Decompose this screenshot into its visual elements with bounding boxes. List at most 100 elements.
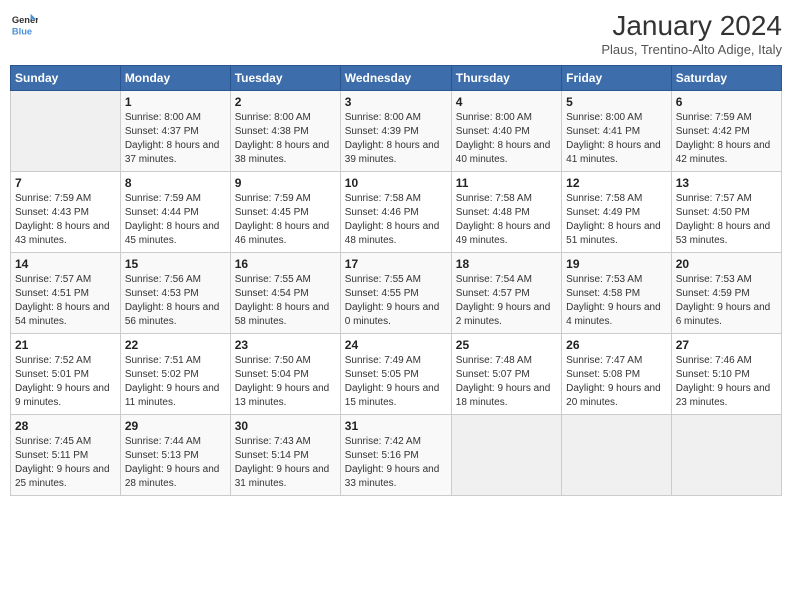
day-info: Sunrise: 8:00 AM Sunset: 4:40 PM Dayligh… [456, 111, 557, 167]
day-number: 15 [125, 257, 226, 271]
day-number: 10 [345, 176, 447, 190]
logo: General Blue [10, 10, 38, 38]
day-info: Sunrise: 7:58 AM Sunset: 4:48 PM Dayligh… [456, 192, 557, 248]
day-cell: 30 Sunrise: 7:43 AM Sunset: 5:14 PM Dayli… [230, 415, 340, 496]
day-cell: 31Sunrise: 7:42 AM Sunset: 5:16 PM Dayli… [340, 415, 451, 496]
day-info: Sunrise: 7:59 AM Sunset: 4:44 PM Dayligh… [125, 192, 226, 248]
day-number: 11 [456, 176, 557, 190]
day-number: 7 [15, 176, 116, 190]
day-cell: 19 Sunrise: 7:53 AM Sunset: 4:58 PM Dayli… [562, 253, 672, 334]
day-cell: 29 Sunrise: 7:44 AM Sunset: 5:13 PM Dayli… [120, 415, 230, 496]
day-cell: 17Sunrise: 7:55 AM Sunset: 4:55 PM Dayli… [340, 253, 451, 334]
weekday-header-wednesday: Wednesday [340, 66, 451, 91]
day-cell: 2 Sunrise: 8:00 AM Sunset: 4:38 PM Daylig… [230, 91, 340, 172]
day-cell: 3Sunrise: 8:00 AM Sunset: 4:39 PM Daylig… [340, 91, 451, 172]
day-number: 30 [235, 419, 336, 433]
day-number: 13 [676, 176, 777, 190]
day-info: Sunrise: 7:53 AM Sunset: 4:59 PM Dayligh… [676, 273, 777, 329]
day-cell: 23 Sunrise: 7:50 AM Sunset: 5:04 PM Dayli… [230, 334, 340, 415]
day-info: Sunrise: 7:58 AM Sunset: 4:49 PM Dayligh… [566, 192, 667, 248]
day-cell: 1Sunrise: 8:00 AM Sunset: 4:37 PM Daylig… [120, 91, 230, 172]
day-info: Sunrise: 7:59 AM Sunset: 4:45 PM Dayligh… [235, 192, 336, 248]
day-cell: 26 Sunrise: 7:47 AM Sunset: 5:08 PM Dayli… [562, 334, 672, 415]
day-number: 25 [456, 338, 557, 352]
day-info: Sunrise: 7:54 AM Sunset: 4:57 PM Dayligh… [456, 273, 557, 329]
title-section: January 2024 Plaus, Trentino-Alto Adige,… [601, 10, 782, 57]
day-info: Sunrise: 7:50 AM Sunset: 5:04 PM Dayligh… [235, 354, 336, 410]
day-cell [451, 415, 561, 496]
day-cell: 6Sunrise: 7:59 AM Sunset: 4:42 PM Daylig… [671, 91, 781, 172]
day-number: 2 [235, 95, 336, 109]
day-number: 5 [566, 95, 667, 109]
day-info: Sunrise: 7:59 AM Sunset: 4:43 PM Dayligh… [15, 192, 116, 248]
day-cell: 21 Sunrise: 7:52 AM Sunset: 5:01 PM Dayli… [11, 334, 121, 415]
day-cell: 11 Sunrise: 7:58 AM Sunset: 4:48 PM Dayli… [451, 172, 561, 253]
day-number: 20 [676, 257, 777, 271]
day-info: Sunrise: 7:59 AM Sunset: 4:42 PM Dayligh… [676, 111, 777, 167]
day-number: 4 [456, 95, 557, 109]
week-row-3: 14Sunrise: 7:57 AM Sunset: 4:51 PM Dayli… [11, 253, 782, 334]
day-info: Sunrise: 7:44 AM Sunset: 5:13 PM Dayligh… [125, 435, 226, 491]
day-cell: 9Sunrise: 7:59 AM Sunset: 4:45 PM Daylig… [230, 172, 340, 253]
page-header: General Blue January 2024 Plaus, Trentin… [10, 10, 782, 57]
day-info: Sunrise: 7:48 AM Sunset: 5:07 PM Dayligh… [456, 354, 557, 410]
day-info: Sunrise: 7:56 AM Sunset: 4:53 PM Dayligh… [125, 273, 226, 329]
svg-text:Blue: Blue [12, 26, 32, 36]
weekday-header-friday: Friday [562, 66, 672, 91]
day-cell [11, 91, 121, 172]
day-cell [562, 415, 672, 496]
day-cell: 16Sunrise: 7:55 AM Sunset: 4:54 PM Dayli… [230, 253, 340, 334]
weekday-header-tuesday: Tuesday [230, 66, 340, 91]
day-number: 8 [125, 176, 226, 190]
day-cell: 14Sunrise: 7:57 AM Sunset: 4:51 PM Dayli… [11, 253, 121, 334]
calendar-title: January 2024 [601, 10, 782, 42]
day-number: 29 [125, 419, 226, 433]
day-number: 22 [125, 338, 226, 352]
day-info: Sunrise: 7:46 AM Sunset: 5:10 PM Dayligh… [676, 354, 777, 410]
day-cell: 18Sunrise: 7:54 AM Sunset: 4:57 PM Dayli… [451, 253, 561, 334]
day-number: 17 [345, 257, 447, 271]
day-info: Sunrise: 7:58 AM Sunset: 4:46 PM Dayligh… [345, 192, 447, 248]
day-cell: 7 Sunrise: 7:59 AM Sunset: 4:43 PM Daylig… [11, 172, 121, 253]
day-number: 21 [15, 338, 116, 352]
day-info: Sunrise: 7:45 AM Sunset: 5:11 PM Dayligh… [15, 435, 116, 491]
day-cell: 27 Sunrise: 7:46 AM Sunset: 5:10 PM Dayli… [671, 334, 781, 415]
weekday-header-row: SundayMondayTuesdayWednesdayThursdayFrid… [11, 66, 782, 91]
logo-icon: General Blue [10, 10, 38, 38]
day-number: 27 [676, 338, 777, 352]
svg-text:General: General [12, 15, 38, 25]
day-number: 23 [235, 338, 336, 352]
day-cell: 25 Sunrise: 7:48 AM Sunset: 5:07 PM Dayli… [451, 334, 561, 415]
calendar-subtitle: Plaus, Trentino-Alto Adige, Italy [601, 42, 782, 57]
day-info: Sunrise: 8:00 AM Sunset: 4:37 PM Dayligh… [125, 111, 226, 167]
day-number: 26 [566, 338, 667, 352]
day-info: Sunrise: 7:57 AM Sunset: 4:50 PM Dayligh… [676, 192, 777, 248]
day-info: Sunrise: 7:51 AM Sunset: 5:02 PM Dayligh… [125, 354, 226, 410]
day-cell: 20 Sunrise: 7:53 AM Sunset: 4:59 PM Dayli… [671, 253, 781, 334]
week-row-5: 28Sunrise: 7:45 AM Sunset: 5:11 PM Dayli… [11, 415, 782, 496]
day-info: Sunrise: 7:43 AM Sunset: 5:14 PM Dayligh… [235, 435, 336, 491]
day-number: 19 [566, 257, 667, 271]
day-info: Sunrise: 7:52 AM Sunset: 5:01 PM Dayligh… [15, 354, 116, 410]
week-row-1: 1Sunrise: 8:00 AM Sunset: 4:37 PM Daylig… [11, 91, 782, 172]
day-number: 31 [345, 419, 447, 433]
day-cell: 4 Sunrise: 8:00 AM Sunset: 4:40 PM Daylig… [451, 91, 561, 172]
day-info: Sunrise: 7:53 AM Sunset: 4:58 PM Dayligh… [566, 273, 667, 329]
weekday-header-monday: Monday [120, 66, 230, 91]
day-info: Sunrise: 7:57 AM Sunset: 4:51 PM Dayligh… [15, 273, 116, 329]
day-cell: 12 Sunrise: 7:58 AM Sunset: 4:49 PM Dayli… [562, 172, 672, 253]
day-info: Sunrise: 7:47 AM Sunset: 5:08 PM Dayligh… [566, 354, 667, 410]
day-info: Sunrise: 8:00 AM Sunset: 4:39 PM Dayligh… [345, 111, 447, 167]
day-cell: 5 Sunrise: 8:00 AM Sunset: 4:41 PM Daylig… [562, 91, 672, 172]
calendar-table: SundayMondayTuesdayWednesdayThursdayFrid… [10, 65, 782, 496]
day-number: 24 [345, 338, 447, 352]
day-number: 12 [566, 176, 667, 190]
day-info: Sunrise: 8:00 AM Sunset: 4:38 PM Dayligh… [235, 111, 336, 167]
day-info: Sunrise: 8:00 AM Sunset: 4:41 PM Dayligh… [566, 111, 667, 167]
day-cell: 8 Sunrise: 7:59 AM Sunset: 4:44 PM Daylig… [120, 172, 230, 253]
weekday-header-thursday: Thursday [451, 66, 561, 91]
weekday-header-saturday: Saturday [671, 66, 781, 91]
week-row-2: 7 Sunrise: 7:59 AM Sunset: 4:43 PM Daylig… [11, 172, 782, 253]
day-cell: 13 Sunrise: 7:57 AM Sunset: 4:50 PM Dayli… [671, 172, 781, 253]
day-cell: 10 Sunrise: 7:58 AM Sunset: 4:46 PM Dayli… [340, 172, 451, 253]
